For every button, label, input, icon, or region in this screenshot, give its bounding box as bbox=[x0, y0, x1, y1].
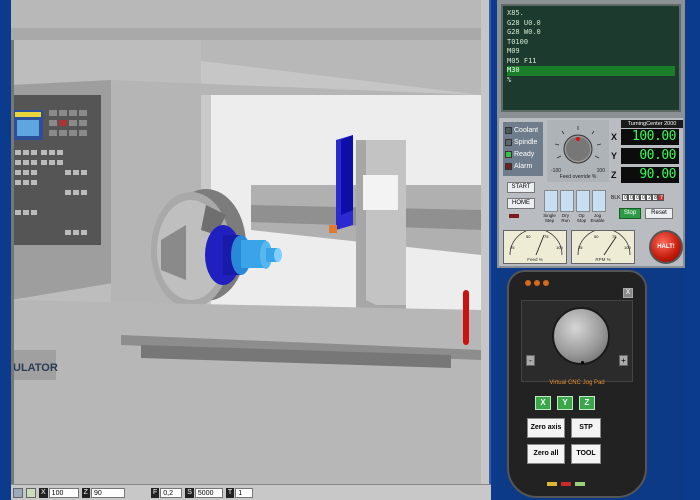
readout-x: X 100.00 bbox=[611, 129, 679, 145]
single-step-toggle[interactable] bbox=[544, 190, 558, 212]
jog-axis-y-button[interactable]: Y bbox=[557, 396, 573, 410]
axis-readouts: X 100.00 Y 00.00 Z 90.00 bbox=[611, 120, 683, 183]
mode-toggle-labels: Single Step Dry Run Op Stop Jog Enable bbox=[543, 213, 605, 223]
status-alarm: Alarm bbox=[505, 160, 541, 172]
status-spindle: Spindle bbox=[505, 136, 541, 148]
reset-button[interactable]: Reset bbox=[645, 208, 673, 219]
status-tool: T 1 bbox=[225, 487, 254, 498]
svg-text:75: 75 bbox=[544, 234, 549, 239]
gcode-line[interactable]: T0100 bbox=[507, 38, 675, 48]
status-speed: S 5000 bbox=[185, 487, 223, 498]
gcode-line-active[interactable]: M30 bbox=[507, 66, 675, 76]
gcode-line[interactable]: M09 bbox=[507, 47, 675, 57]
gcode-listing[interactable]: X85. G28 U0.0 G28 W0.0 T0100 M09 M05 F11… bbox=[501, 4, 681, 112]
gcode-line[interactable]: G28 U0.0 bbox=[507, 19, 675, 29]
svg-text:50: 50 bbox=[594, 234, 599, 239]
jog-indicator-lights bbox=[525, 280, 549, 286]
gcode-line[interactable]: G28 W0.0 bbox=[507, 28, 675, 38]
svg-text:75: 75 bbox=[612, 234, 617, 239]
alarm-indicator bbox=[509, 214, 519, 218]
readout-z: Z 90.00 bbox=[611, 167, 679, 183]
simulator-window: ULATOR X 100 Z 90 F 0,2 S 5000 T 1 X85. … bbox=[0, 0, 700, 500]
op-stop-toggle[interactable] bbox=[576, 190, 590, 212]
zero-axis-button[interactable]: Zero axis bbox=[527, 418, 565, 438]
gcode-line[interactable]: X85. bbox=[507, 9, 675, 19]
svg-text:25: 25 bbox=[578, 245, 583, 250]
edit-icon[interactable] bbox=[26, 487, 36, 498]
gcode-line[interactable]: M05 F11 bbox=[507, 57, 675, 67]
status-bar: X 100 Z 90 F 0,2 S 5000 T 1 bbox=[11, 484, 491, 500]
gcode-panel: X85. G28 U0.0 G28 W0.0 T0100 M09 M05 F11… bbox=[497, 0, 685, 116]
jog-axis-z-button[interactable]: Z bbox=[579, 396, 595, 410]
jog-plus-button[interactable]: + bbox=[619, 355, 628, 366]
status-x: X 100 bbox=[39, 487, 79, 498]
gcode-line[interactable]: % bbox=[507, 76, 675, 86]
status-ready: Ready bbox=[505, 148, 541, 160]
block-counter: BLK 0000287 bbox=[611, 194, 665, 201]
dry-run-toggle[interactable] bbox=[560, 190, 574, 212]
zero-all-button[interactable]: Zero all bbox=[527, 444, 565, 464]
jog-pad: X - + Virtual CNC Jog Pad X Y Z Zero axi… bbox=[507, 270, 647, 498]
status-z: Z 90 bbox=[81, 487, 125, 498]
jog-axis-x-button[interactable]: X bbox=[535, 396, 551, 410]
halt-button[interactable]: HALT! bbox=[649, 230, 683, 264]
status-lights: Coolant Spindle Ready Alarm bbox=[503, 122, 543, 176]
jog-enable-toggle[interactable] bbox=[592, 190, 606, 212]
jog-panel: X - + Virtual CNC Jog Pad X Y Z Zero axi… bbox=[497, 268, 685, 500]
readout-y: Y 00.00 bbox=[611, 148, 679, 164]
feed-gauge: 25 50 75 100 Feed % bbox=[503, 228, 567, 264]
gauges-panel: 25 50 75 100 Feed % 25 50 75 100 RPM % H… bbox=[497, 228, 685, 268]
lathe-scene: ULATOR bbox=[11, 0, 489, 484]
svg-text:100: 100 bbox=[556, 245, 563, 250]
jog-status-lights bbox=[547, 482, 585, 486]
jog-minus-button[interactable]: - bbox=[526, 355, 535, 366]
jog-wheel[interactable] bbox=[552, 307, 610, 365]
stp-button[interactable]: STP bbox=[571, 418, 601, 438]
machine-logo: ULATOR bbox=[13, 362, 58, 374]
svg-text:25: 25 bbox=[510, 245, 515, 250]
jog-pad-title: Virtual CNC Jog Pad bbox=[549, 380, 605, 386]
status-coolant: Coolant bbox=[505, 124, 541, 136]
close-icon[interactable]: X bbox=[623, 288, 633, 298]
jog-wheel-frame: - + bbox=[521, 300, 633, 382]
svg-text:100: 100 bbox=[624, 245, 631, 250]
stop-button[interactable]: Stop bbox=[619, 208, 641, 219]
feed-override-label: -100 Feed override % 100 bbox=[551, 168, 605, 180]
view-icon[interactable] bbox=[13, 487, 23, 498]
svg-text:50: 50 bbox=[526, 234, 531, 239]
start-button[interactable]: START bbox=[507, 182, 535, 193]
mode-toggles bbox=[544, 190, 606, 212]
status-feed: F 0,2 bbox=[150, 487, 183, 498]
tool-button[interactable]: TOOL bbox=[571, 444, 601, 464]
rpm-gauge: 25 50 75 100 RPM % bbox=[571, 228, 635, 264]
machine-3d-view[interactable]: ULATOR bbox=[11, 0, 491, 484]
home-button[interactable]: HOME bbox=[507, 198, 535, 209]
